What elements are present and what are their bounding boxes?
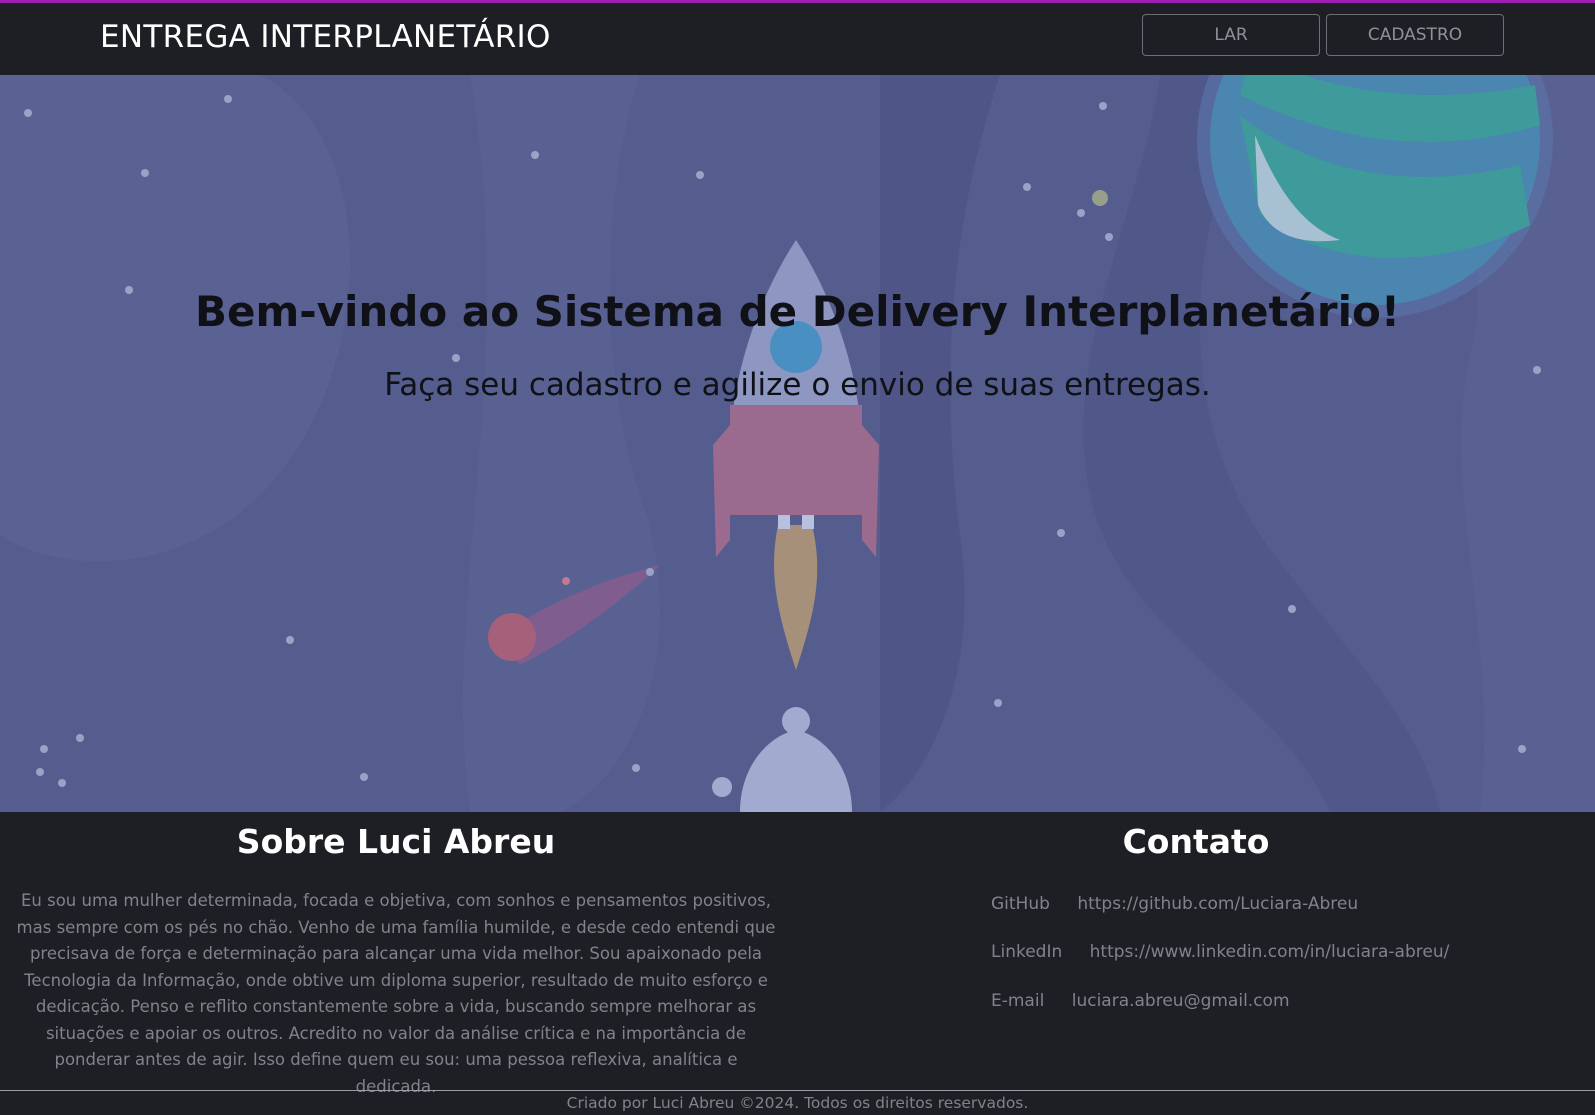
contact-linkedin: LinkedIn https://www.linkedin.com/in/luc…	[991, 942, 1449, 962]
contact-linkedin-link[interactable]: https://www.linkedin.com/in/luciara-abre…	[1090, 942, 1450, 962]
star-large	[1092, 190, 1108, 206]
contact-email-label: E-mail	[991, 991, 1045, 1011]
nebula-shape	[463, 75, 661, 812]
nav-register-button[interactable]: CADASTRO	[1326, 14, 1504, 56]
astronaut-illustration	[712, 707, 852, 812]
nebula-shape	[880, 75, 1000, 812]
footer-divider	[0, 1090, 1595, 1091]
contact-linkedin-label: LinkedIn	[991, 942, 1063, 962]
hero-banner: Bem-vindo ao Sistema de Delivery Interpl…	[0, 75, 1595, 812]
top-navbar: ENTREGA INTERPLANETÁRIO LAR CADASTRO	[0, 3, 1595, 75]
contact-email: E-mail luciara.abreu@gmail.com	[991, 991, 1290, 1011]
site-footer: Sobre Luci Abreu Eu sou uma mulher deter…	[0, 812, 1595, 1115]
contact-github-link[interactable]: https://github.com/Luciara-Abreu	[1077, 894, 1358, 914]
brand-title[interactable]: ENTREGA INTERPLANETÁRIO	[100, 19, 551, 55]
contact-email-link[interactable]: luciara.abreu@gmail.com	[1072, 991, 1290, 1011]
copyright-text: Criado por Luci Abreu ©2024. Todos os di…	[566, 1094, 1029, 1112]
contact-github-label: GitHub	[991, 894, 1050, 914]
hero-title: Bem-vindo ao Sistema de Delivery Interpl…	[194, 287, 1401, 336]
contact-github: GitHub https://github.com/Luciara-Abreu	[991, 894, 1358, 914]
contact-title: Contato	[1122, 822, 1270, 861]
nav-home-button[interactable]: LAR	[1142, 14, 1320, 56]
hero-subtitle: Faça seu cadastro e agilize o envio de s…	[384, 367, 1211, 403]
about-text: Eu sou uma mulher determinada, focada e …	[16, 891, 776, 1096]
space-illustration	[0, 75, 1595, 812]
about-title: Sobre Luci Abreu	[236, 822, 556, 861]
